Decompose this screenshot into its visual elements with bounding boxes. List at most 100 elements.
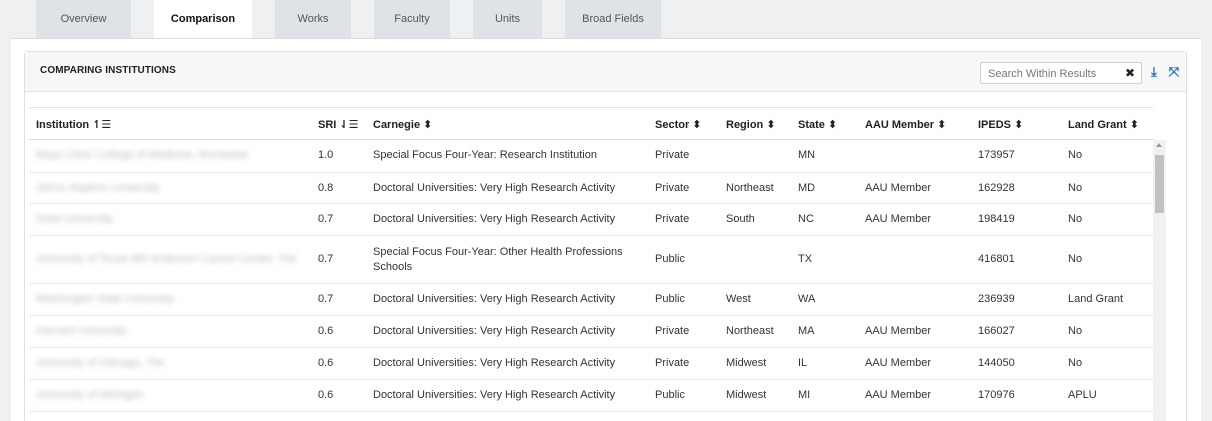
table-row[interactable]: University of Chicago, The 0.6 Doctoral … [29, 348, 1153, 380]
table-body: Mayo Clinic College of Medicine, Rochest… [29, 140, 1153, 421]
carnegie-value: Doctoral Universities: Very High Researc… [373, 182, 616, 194]
tab-content: COMPARING INSTITUTIONS ✖ ⤓ ⤧ Institution… [11, 38, 1201, 421]
table-row[interactable]: Washington State University 0.7 Doctoral… [29, 284, 1153, 316]
sri-value: 0.6 [318, 325, 334, 337]
institution-name[interactable]: University of Texas MD Anderson Cancer C… [36, 253, 297, 265]
aau-value: AAU Member [865, 325, 932, 337]
ipeds-value: 166027 [978, 325, 1015, 337]
sector-value: Public [655, 293, 685, 305]
ipeds-value: 162928 [978, 182, 1015, 194]
expand-icon[interactable]: ⤧ [1165, 62, 1183, 82]
tab-faculty[interactable]: Faculty [374, 0, 450, 38]
institution-name[interactable]: Harvard University [36, 325, 126, 337]
land-grant-value: APLU [1068, 389, 1097, 401]
table-header: Institution ↿☰ SRI ⇃☰ Carnegie ⬍ Sector … [29, 107, 1153, 140]
sri-value: 0.7 [318, 253, 334, 265]
land-grant-value: No [1068, 182, 1083, 194]
clear-search-icon[interactable]: ✖ [1125, 66, 1135, 80]
sri-value: 0.7 [318, 213, 334, 225]
sri-value: 0.6 [318, 357, 334, 369]
institution-name[interactable]: University of Michigan [36, 389, 144, 401]
land-grant-value: No [1068, 149, 1083, 161]
tab-works[interactable]: Works [275, 0, 351, 38]
aau-value: AAU Member [865, 357, 932, 369]
col-ipeds-header[interactable]: IPEDS ⬍ [978, 118, 1023, 131]
sector-value: Private [655, 213, 690, 225]
aau-value: AAU Member [865, 213, 932, 225]
aau-value: AAU Member [865, 389, 932, 401]
tab-overview[interactable]: Overview [36, 0, 131, 38]
state-value: TX [798, 253, 813, 265]
state-value: MA [798, 325, 815, 337]
state-value: MN [798, 149, 816, 161]
sri-value: 1.0 [318, 149, 334, 161]
tab-bar: Overview Comparison Works Faculty Units … [36, 0, 684, 38]
institution-name[interactable]: Washington State University [36, 293, 174, 305]
land-grant-value: Land Grant [1068, 293, 1124, 305]
institution-name[interactable]: Mayo Clinic College of Medicine, Rochest… [36, 149, 249, 161]
col-land-grant-header[interactable]: Land Grant ⬍ [1068, 118, 1139, 131]
table-scrollbar[interactable] [1153, 140, 1166, 421]
state-value: IL [798, 357, 808, 369]
ipeds-value: 144050 [978, 357, 1015, 369]
table-row[interactable]: Johns Hopkins University 0.8 Doctoral Un… [29, 173, 1153, 204]
scroll-up-arrow-icon[interactable] [1156, 143, 1162, 147]
col-carnegie-header[interactable]: Carnegie ⬍ [373, 118, 432, 131]
sri-value: 0.7 [318, 293, 334, 305]
col-aau-header[interactable]: AAU Member ⬍ [865, 118, 946, 131]
institution-name[interactable]: Duke University [36, 213, 113, 225]
search-box: ✖ [980, 62, 1142, 84]
panel-header: COMPARING INSTITUTIONS ✖ ⤓ ⤧ [25, 52, 1186, 92]
tab-units[interactable]: Units [473, 0, 542, 38]
carnegie-value: Doctoral Universities: Very High Researc… [373, 293, 616, 305]
sector-value: Public [655, 389, 685, 401]
tab-comparison[interactable]: Comparison [154, 0, 252, 38]
download-icon[interactable]: ⤓ [1145, 62, 1163, 82]
institution-name[interactable]: Johns Hopkins University [36, 182, 160, 194]
state-value: MD [798, 182, 816, 194]
institution-name[interactable]: University of Chicago, The [36, 357, 165, 369]
scrollbar-thumb[interactable] [1155, 155, 1164, 213]
col-sri-header[interactable]: SRI ⇃☰ [318, 118, 358, 131]
region-value: Midwest [726, 389, 767, 401]
col-region-header[interactable]: Region ⬍ [726, 118, 776, 131]
sri-value: 0.6 [318, 389, 334, 401]
region-value: Northeast [726, 182, 774, 194]
search-input[interactable] [988, 66, 1116, 81]
land-grant-value: No [1068, 357, 1083, 369]
col-state-header[interactable]: State ⬍ [798, 118, 837, 131]
tab-broad-fields[interactable]: Broad Fields [565, 0, 661, 38]
land-grant-value: No [1068, 253, 1083, 265]
table-row[interactable]: Harvard University 0.6 Doctoral Universi… [29, 316, 1153, 348]
region-value: Northeast [726, 325, 774, 337]
aau-value: AAU Member [865, 182, 932, 194]
region-value: Midwest [726, 357, 767, 369]
ipeds-value: 170976 [978, 389, 1015, 401]
sector-value: Public [655, 253, 685, 265]
land-grant-value: No [1068, 213, 1083, 225]
ipeds-value: 236939 [978, 293, 1015, 305]
carnegie-value: Special Focus Four-Year: Other Health Pr… [373, 246, 623, 273]
ipeds-value: 198419 [978, 213, 1015, 225]
ipeds-value: 173957 [978, 149, 1015, 161]
state-value: WA [798, 293, 816, 305]
carnegie-value: Doctoral Universities: Very High Researc… [373, 213, 616, 225]
carnegie-value: Special Focus Four-Year: Research Instit… [373, 149, 597, 161]
state-value: MI [798, 389, 811, 401]
col-sector-header[interactable]: Sector ⬍ [655, 118, 702, 131]
ipeds-value: 416801 [978, 253, 1015, 265]
table-row[interactable]: University of Texas MD Anderson Cancer C… [29, 236, 1153, 284]
sri-value: 0.8 [318, 182, 334, 194]
sector-value: Private [655, 182, 690, 194]
region-value: West [726, 293, 751, 305]
col-institution-header[interactable]: Institution ↿☰ [36, 118, 111, 131]
carnegie-value: Doctoral Universities: Very High Researc… [373, 357, 616, 369]
table-row[interactable]: Duke University 0.7 Doctoral Universitie… [29, 204, 1153, 236]
land-grant-value: No [1068, 325, 1083, 337]
table-row[interactable]: Mayo Clinic College of Medicine, Rochest… [29, 140, 1153, 173]
sector-value: Private [655, 325, 690, 337]
table-row[interactable]: University of Michigan 0.6 Doctoral Univ… [29, 380, 1153, 412]
region-value: South [726, 213, 755, 225]
carnegie-value: Doctoral Universities: Very High Researc… [373, 389, 616, 401]
state-value: NC [798, 213, 814, 225]
